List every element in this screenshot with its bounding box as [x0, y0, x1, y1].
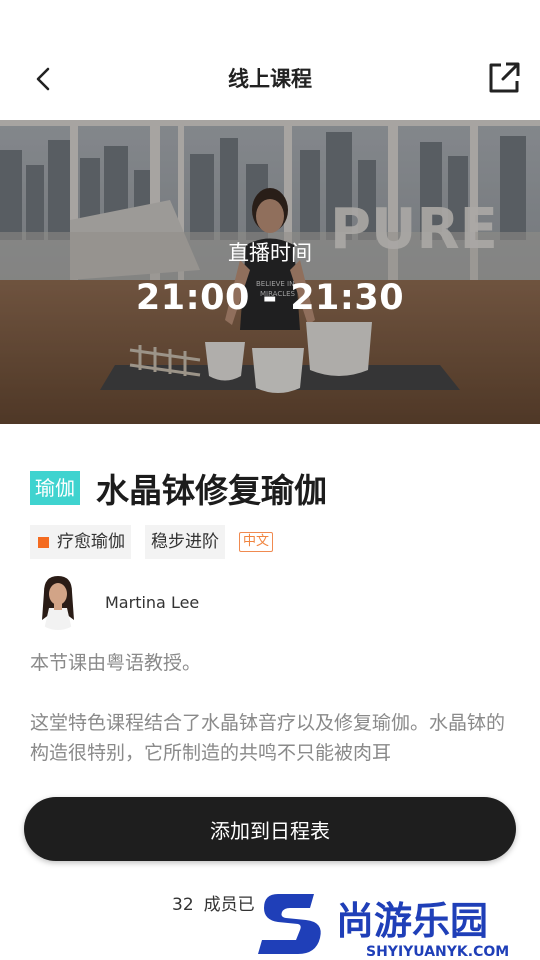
description-paragraph: 本节课由粤语教授。 [30, 652, 202, 674]
hero-overlay [0, 120, 540, 424]
member-count-text: 成员已 [203, 895, 255, 915]
member-count-number: 32 [172, 895, 194, 915]
language-tag: 中文 [239, 532, 274, 552]
live-time-value: 21:00 - 21:30 [135, 278, 405, 318]
course-title: 水晶钵修复瑜伽 [96, 471, 327, 510]
tag-healing-yoga[interactable]: 疗愈瑜伽 [30, 525, 131, 559]
members-count: 32 成员已 [172, 890, 255, 915]
page-title: 线上课程 [228, 67, 312, 91]
instructor-row[interactable]: Martina Lee [30, 574, 199, 630]
category-badge: 瑜伽 [30, 471, 80, 505]
live-time-label: 直播时间 [228, 241, 312, 265]
top-bar: 线上课程 [0, 0, 540, 120]
watermark-name: 尚游乐园 [336, 899, 488, 943]
course-description: 本节课由粤语教授。 这堂特色课程结合了水晶钵音疗以及修复瑜伽。水晶钵的构造很特别… [30, 648, 510, 772]
course-title-row: 瑜伽 水晶钵修复瑜伽 [30, 468, 327, 510]
course-hero-image[interactable]: PURE BELIEVE IN MIRACLES 直播时间 21:00 - 21… [0, 120, 540, 424]
instructor-photo [30, 574, 86, 630]
avatar[interactable] [30, 574, 86, 630]
instructor-name: Martina Lee [105, 592, 200, 612]
site-watermark-logo: 尚游乐园 SHYIYUANYK.COM [258, 888, 540, 960]
tag-level[interactable]: 稳步进阶 [145, 525, 225, 559]
course-tags: 疗愈瑜伽 稳步进阶 中文 [30, 524, 274, 560]
description-paragraph: 这堂特色课程结合了水晶钵音疗以及修复瑜伽。水晶钵的构造很特别，它所制造的共鸣不只… [30, 712, 506, 764]
tag-label: 稳步进阶 [151, 532, 219, 552]
share-button[interactable] [486, 60, 522, 96]
share-external-icon [489, 62, 520, 93]
watermark-url: SHYIYUANYK.COM [366, 944, 509, 960]
tag-color-square [38, 536, 49, 548]
tag-label: 疗愈瑜伽 [57, 532, 125, 552]
add-to-schedule-button[interactable]: 添加到日程表 [24, 797, 516, 861]
